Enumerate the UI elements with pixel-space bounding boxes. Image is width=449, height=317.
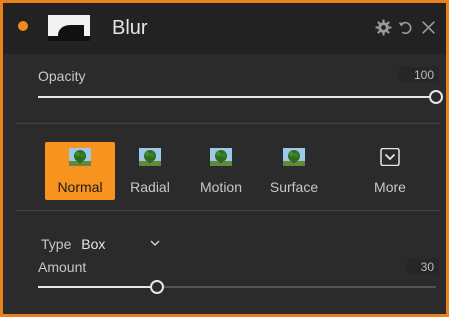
panel-header: Blur: [3, 3, 446, 54]
type-label: Type: [41, 236, 72, 252]
type-dropdown[interactable]: Type Box: [41, 236, 160, 252]
blur-mode-label: Surface: [269, 179, 319, 195]
blur-mode-motion-button[interactable]: Motion: [186, 142, 256, 200]
blur-mode-label: Motion: [199, 179, 243, 195]
blur-mode-normal-button[interactable]: Normal: [45, 142, 115, 200]
amount-value[interactable]: 30: [407, 259, 438, 275]
blur-mode-label: Normal: [57, 179, 103, 195]
blur-mode-radial-button[interactable]: Radial: [115, 142, 185, 200]
opacity-slider-handle[interactable]: [429, 90, 443, 104]
blur-mode-label: More: [374, 179, 406, 195]
amount-slider-handle[interactable]: [150, 280, 165, 294]
opacity-value[interactable]: 100: [399, 67, 438, 83]
chevron-down-box-icon: [380, 148, 400, 166]
amount-label: Amount: [38, 259, 87, 275]
divider: [16, 210, 440, 211]
opacity-track-fill: [38, 96, 430, 98]
amount-track: [163, 286, 436, 288]
type-value: Box: [81, 236, 106, 252]
blur-mode-label: Radial: [130, 179, 170, 195]
reset-icon[interactable]: [397, 19, 414, 36]
tree-thumbnail-icon: [210, 148, 232, 166]
close-icon[interactable]: [420, 19, 437, 36]
chevron-down-icon[interactable]: [149, 237, 161, 249]
tree-thumbnail-icon: [69, 148, 91, 166]
tree-thumbnail-icon: [283, 148, 305, 166]
divider: [16, 123, 440, 124]
status-dot[interactable]: [18, 21, 28, 31]
gear-icon[interactable]: [375, 19, 392, 36]
tree-thumbnail-icon: [139, 148, 161, 166]
blur-panel: Blur Opacity 100 Normal Radial Motion Surfa: [0, 0, 449, 317]
blur-mode-more-button[interactable]: More: [355, 142, 425, 200]
blur-mode-surface-button[interactable]: Surface: [259, 142, 329, 200]
panel-title: Blur: [112, 17, 148, 39]
opacity-label: Opacity: [38, 68, 86, 84]
mask-thumbnail[interactable]: [48, 15, 90, 41]
amount-track-fill: [38, 286, 152, 288]
